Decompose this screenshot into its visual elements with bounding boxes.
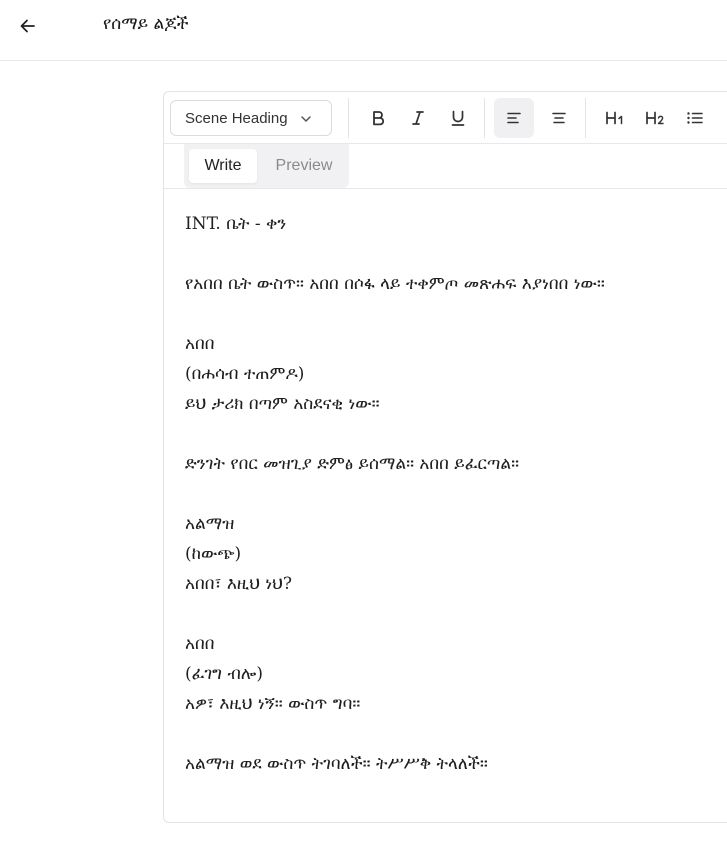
character-line: አበበ: [185, 334, 215, 354]
top-bar: የሰማይ ልጆች: [0, 0, 727, 61]
bold-icon: [373, 111, 385, 126]
back-button[interactable]: [12, 10, 44, 42]
bullet-list-icon: [687, 112, 703, 124]
editor-panel: Scene Heading Write Preview INT. ቤት - ቀን…: [163, 91, 727, 823]
parenthetical-line: (ከውጭ): [185, 544, 242, 564]
document-title: የሰማይ ልጆች: [103, 14, 189, 34]
mode-tabs: Write Preview: [184, 144, 349, 188]
align-left-icon: [507, 112, 521, 124]
block-type-select[interactable]: Scene Heading: [170, 100, 332, 136]
heading-1-icon: [606, 111, 623, 125]
formatting-toolbar: Scene Heading: [164, 92, 727, 144]
align-left-button[interactable]: [494, 98, 534, 138]
dialogue-line: አበበ፣ እዚህ ነህ?: [185, 574, 292, 594]
align-center-button[interactable]: [539, 98, 579, 138]
bullet-list-button[interactable]: [675, 98, 715, 138]
underline-icon: [451, 110, 465, 126]
action-line: ድንገት የበር መዝጊያ ድምፅ ይሰማል። አበበ ይፈርጣል።: [185, 454, 520, 474]
dialogue-line: አዎ፣ እዚህ ነኝ። ውስጥ ግባ።: [185, 694, 361, 714]
heading-1-button[interactable]: [595, 98, 635, 138]
tab-write[interactable]: Write: [189, 149, 257, 183]
toolbar-divider: [484, 98, 485, 138]
italic-icon: [412, 111, 424, 125]
action-line: አልማዝ ወደ ውስጥ ትገባለች። ትሥሥቅ ትላለች።: [185, 754, 488, 774]
script-editor-text[interactable]: INT. ቤት - ቀን የአበበ ቤት ውስጥ። አበበ በሶፋ ላይ ተቀም…: [185, 209, 727, 779]
block-type-label: Scene Heading: [185, 109, 288, 127]
tab-preview[interactable]: Preview: [264, 149, 344, 183]
arrow-left-icon: [20, 19, 35, 33]
heading-2-icon: [646, 111, 664, 125]
character-line: አልማዝ: [185, 514, 235, 534]
underline-button[interactable]: [438, 98, 478, 138]
content-divider: [164, 188, 727, 189]
align-center-icon: [552, 112, 566, 124]
parenthetical-line: (ፈገግ ብሎ): [185, 664, 263, 684]
toolbar-divider: [348, 98, 349, 138]
chevron-down-icon: [301, 116, 311, 122]
heading-2-button[interactable]: [635, 98, 675, 138]
bold-button[interactable]: [358, 98, 398, 138]
parenthetical-line: (በሐሳብ ተጠምዶ): [185, 364, 305, 384]
character-line: አበበ: [185, 634, 215, 654]
toolbar-divider: [585, 98, 586, 138]
dialogue-line: ይህ ታሪክ በጣም አስደናቂ ነው።: [185, 394, 380, 414]
italic-button[interactable]: [398, 98, 438, 138]
action-line: የአበበ ቤት ውስጥ። አበበ በሶፋ ላይ ተቀምጦ መጽሐፍ እያነበበ …: [185, 274, 605, 294]
scene-heading-line: INT. ቤት - ቀን: [185, 214, 287, 234]
